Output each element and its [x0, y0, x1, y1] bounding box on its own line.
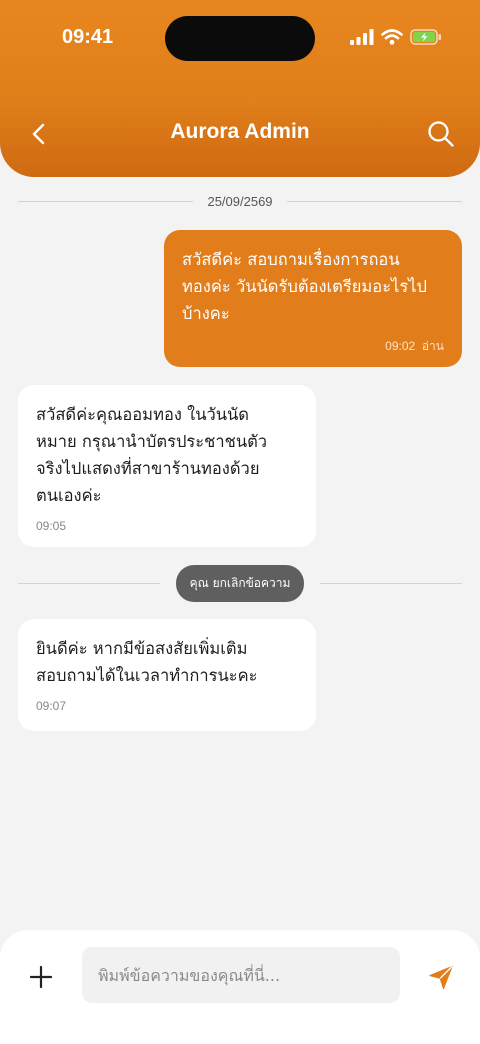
- battery-icon: [410, 29, 441, 45]
- status-icons: [350, 29, 442, 45]
- signal-icon: [350, 29, 374, 45]
- plus-icon[interactable]: [27, 963, 55, 991]
- message-text: สวัสดีค่ะ สอบถามเรื่องการถอน ทองค่ะ วันน…: [182, 250, 428, 323]
- message-time: 09:07: [36, 699, 67, 713]
- status-time: 09:41: [62, 26, 114, 48]
- message-time: 09:02: [385, 339, 416, 353]
- divider-line: [18, 583, 160, 584]
- send-icon[interactable]: [427, 963, 455, 991]
- message-incoming[interactable]: ยินดีค่ะ หากมีข้อสงสัยเพิ่มเติม สอบถามได…: [18, 619, 316, 731]
- message-outgoing[interactable]: สวัสดีค่ะ สอบถามเรื่องการถอน ทองค่ะ วันน…: [164, 230, 462, 367]
- search-icon[interactable]: [426, 119, 456, 149]
- system-notice: คุณ ยกเลิกข้อความ: [175, 565, 305, 602]
- date-label: 25/09/2569: [207, 194, 273, 209]
- message-text: ยินดีค่ะ หากมีข้อสงสัยเพิ่มเติม สอบถามได…: [36, 639, 258, 685]
- divider-line: [286, 201, 463, 202]
- read-status: อ่าน: [421, 339, 444, 353]
- header-bar: 09:41 Aurora Admin: [0, 0, 480, 177]
- dynamic-island: [165, 16, 315, 61]
- message-time: 09:05: [36, 519, 67, 533]
- divider-line: [18, 201, 194, 202]
- system-notice-row: คุณ ยกเลิกข้อความ: [18, 565, 463, 602]
- date-divider: 25/09/2569: [18, 194, 463, 209]
- message-text: สวัสดีค่ะคุณออมทอง ในวันนัด หมาย กรุณานำ…: [36, 405, 268, 505]
- divider-line: [320, 583, 463, 584]
- wifi-icon: [381, 29, 403, 45]
- message-input[interactable]: [82, 947, 400, 1003]
- message-incoming[interactable]: สวัสดีค่ะคุณออมทอง ในวันนัด หมาย กรุณานำ…: [18, 385, 316, 547]
- message-meta: 09:02 อ่าน: [182, 337, 444, 356]
- chat-title: Aurora Admin: [170, 120, 310, 143]
